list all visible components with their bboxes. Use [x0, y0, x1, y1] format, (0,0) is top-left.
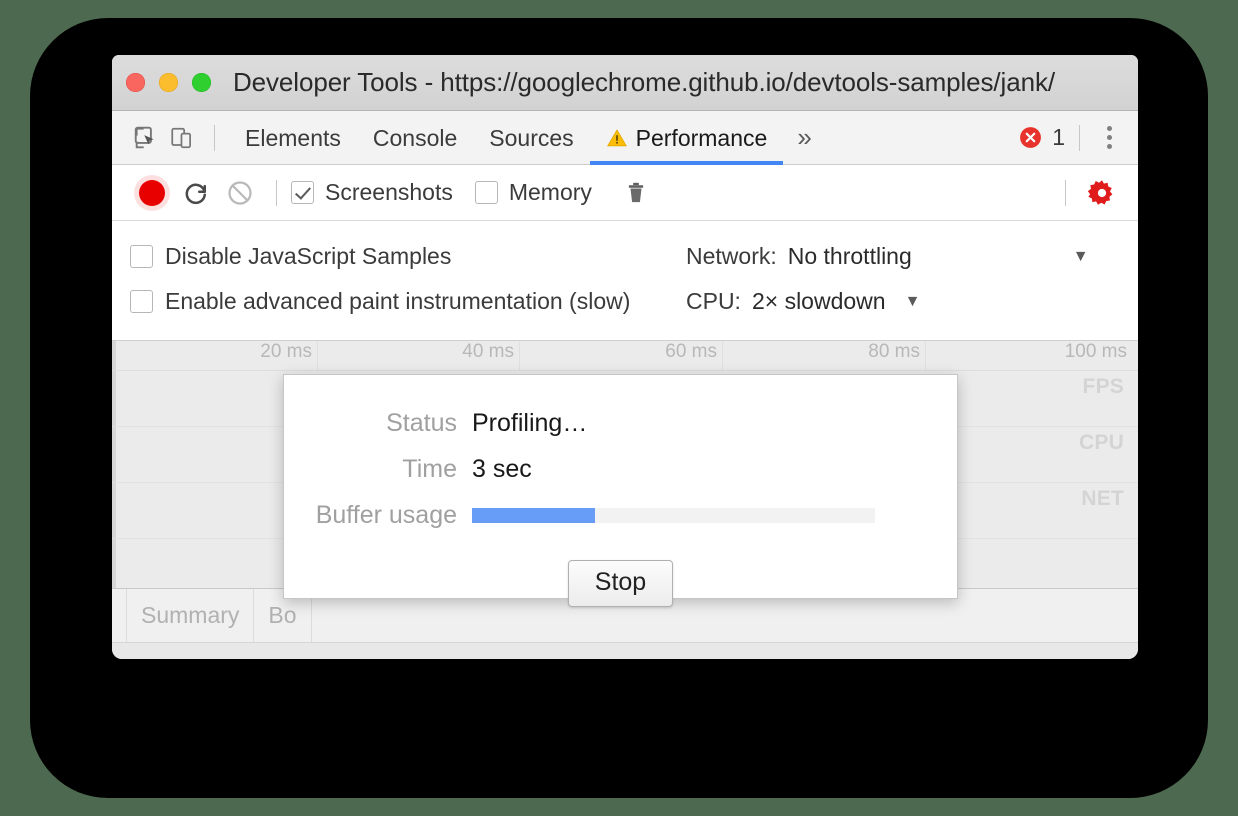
screenshots-checkbox-box — [291, 181, 314, 204]
disable-js-samples-label: Disable JavaScript Samples — [165, 243, 452, 269]
toolbar-divider — [214, 124, 215, 151]
chevron-down-icon: ▼ — [1072, 247, 1089, 265]
dialog-row-buffer-usage: Buffer usage — [284, 497, 957, 533]
timeline-lane-cpu-label: CPU — [1079, 431, 1124, 454]
memory-label: Memory — [508, 179, 592, 205]
more-tabs-button[interactable]: » — [783, 122, 825, 153]
bottom-tab-summary[interactable]: Summary — [126, 589, 255, 642]
chevron-down-icon: ▼ — [904, 292, 921, 310]
capture-settings-row-1: Disable JavaScript Samples Network: No t… — [130, 234, 1120, 279]
settings-gear-icon[interactable] — [1080, 171, 1124, 215]
tab-sources[interactable]: Sources — [473, 111, 589, 165]
dialog-buffer-usage-label: Buffer usage — [315, 500, 457, 529]
tabstrip-divider — [1079, 124, 1080, 151]
timeline-tick-80ms: 80 ms — [868, 341, 920, 362]
record-button[interactable] — [130, 171, 174, 215]
timeline-tick-40ms: 40 ms — [462, 341, 514, 362]
memory-checkbox[interactable]: Memory — [474, 179, 592, 206]
screenshots-checkbox[interactable]: Screenshots — [291, 179, 453, 206]
record-toolbar-right — [1051, 171, 1124, 215]
network-value: No throttling — [787, 243, 912, 269]
timeline-lane-fps-label: FPS — [1082, 375, 1124, 398]
tab-performance[interactable]: Performance — [589, 111, 784, 165]
dialog-status-label: Status — [386, 408, 457, 437]
cpu-throttling-select[interactable]: CPU: 2× slowdown ▼ — [686, 288, 920, 315]
record-toolbar-divider — [276, 179, 277, 206]
network-label: Network: — [686, 243, 777, 269]
error-badge[interactable]: 1 — [1018, 124, 1079, 151]
clear-recording-icon[interactable] — [218, 171, 262, 215]
devtools-tabstrip: Elements Console Sources Performance » 1 — [112, 111, 1138, 165]
device-toolbar-icon[interactable] — [164, 120, 200, 156]
tab-sources-label: Sources — [489, 124, 574, 151]
tab-elements[interactable]: Elements — [229, 111, 357, 165]
profiling-status-dialog: Status Profiling… Time 3 sec Buffer usag… — [283, 374, 958, 608]
window-titlebar: Developer Tools - https://googlechrome.g… — [112, 55, 1138, 111]
stop-button[interactable]: Stop — [567, 560, 674, 608]
record-and-reload-icon[interactable] — [174, 171, 218, 215]
buffer-usage-progress-bar — [472, 507, 875, 523]
cpu-label: CPU: — [686, 288, 741, 314]
timeline-ruler: 20 ms 40 ms 60 ms 80 ms 100 ms — [112, 341, 1138, 371]
settings-divider — [1065, 179, 1066, 206]
network-throttling-select[interactable]: Network: No throttling ▼ — [686, 243, 1089, 270]
dialog-actions: Stop — [284, 560, 957, 608]
error-count: 1 — [1052, 124, 1065, 150]
advanced-paint-box — [130, 290, 153, 313]
warning-triangle-icon — [606, 127, 628, 149]
tab-performance-label: Performance — [635, 124, 768, 151]
trash-icon[interactable] — [614, 171, 658, 215]
disable-js-samples-box — [130, 245, 153, 268]
tab-elements-label: Elements — [245, 124, 341, 151]
capture-settings-panel: Disable JavaScript Samples Network: No t… — [112, 221, 1138, 341]
dialog-row-status: Status Profiling… — [284, 405, 957, 441]
advanced-paint-label: Enable advanced paint instrumentation (s… — [165, 288, 631, 314]
inspect-element-icon[interactable] — [128, 120, 164, 156]
tab-console-label: Console — [372, 124, 458, 151]
minimize-button[interactable] — [159, 73, 178, 92]
capture-settings-row-2: Enable advanced paint instrumentation (s… — [130, 279, 1120, 324]
dialog-time-value: 3 sec — [472, 454, 532, 483]
details-pane — [112, 643, 1138, 659]
advanced-paint-checkbox[interactable]: Enable advanced paint instrumentation (s… — [130, 288, 686, 315]
tab-console[interactable]: Console — [357, 111, 473, 165]
screenshots-label: Screenshots — [325, 179, 453, 205]
error-circle-icon — [1018, 125, 1043, 150]
close-button[interactable] — [126, 73, 145, 92]
timeline-lane-net-label: NET — [1081, 487, 1124, 510]
dialog-status-value: Profiling… — [472, 408, 588, 437]
timeline-tick-60ms: 60 ms — [665, 341, 717, 362]
more-options-icon[interactable] — [1092, 121, 1126, 155]
timeline-tick-20ms: 20 ms — [260, 341, 312, 362]
memory-checkbox-box — [474, 181, 498, 204]
dialog-row-time: Time 3 sec — [284, 451, 957, 487]
window-title: Developer Tools - https://googlechrome.g… — [233, 67, 1055, 97]
tabstrip-right-group: 1 — [1018, 121, 1126, 155]
dialog-time-label: Time — [402, 454, 457, 483]
zoom-button[interactable] — [192, 73, 211, 92]
buffer-usage-progress-fill — [472, 507, 595, 523]
disable-js-samples-checkbox[interactable]: Disable JavaScript Samples — [130, 243, 686, 270]
cpu-value: 2× slowdown — [751, 288, 886, 314]
timeline-tick-100ms: 100 ms — [1064, 341, 1127, 362]
record-toolbar: Screenshots Memory — [112, 165, 1138, 221]
